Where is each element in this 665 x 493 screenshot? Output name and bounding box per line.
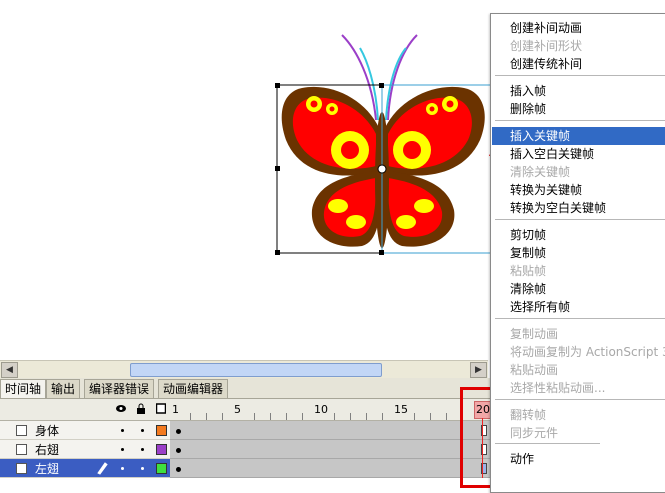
butterfly-graphic[interactable] [272,30,498,262]
panel-tabs: 时间轴 输出 编译器错误 动画编辑器 [0,378,500,399]
layer-color-swatch[interactable] [156,463,167,474]
frame-number: 10 [314,403,328,416]
menu-item: 将动画复制为 ActionScript 3.0... [510,345,665,359]
tab-output[interactable]: 输出 [46,379,81,398]
menu-item[interactable]: 选择所有帧 [492,298,665,316]
layer-row-left-wing[interactable]: 左翅 [0,459,500,478]
frame-number: 5 [234,403,241,416]
menu-item[interactable]: 创建传统补间 [492,55,665,73]
menu-item: 清除关键帧 [510,165,571,179]
outline-icon[interactable] [156,403,166,414]
context-menu: 创建补间动画创建补间形状创建传统补间 插入帧 删除帧插入关键帧 插入空白关键帧清除关键… [490,13,665,493]
lock-dot[interactable] [141,467,144,470]
menu-item: 复制动画 [510,327,559,341]
scroll-left-icon[interactable]: ◀ [1,362,18,378]
menu-item[interactable]: 清除帧 [492,280,665,298]
lock-dot[interactable] [141,448,144,451]
menu-item[interactable]: 插入关键帧 [492,127,665,145]
menu-item[interactable]: 剪切帧 [492,226,665,244]
frame-number: 1 [172,403,179,416]
menu-item: 粘贴动画 [510,363,559,377]
menu-item[interactable]: 转换为空白关键帧 [492,199,665,217]
layer-row-body[interactable]: 身体 [0,421,500,440]
menu-separator [495,75,665,76]
butterfly-svg [275,34,495,255]
menu-item[interactable]: 转换为关键帧 [492,181,665,199]
menu-item[interactable]: 删除帧 [492,100,665,118]
menu-item[interactable]: 插入帧 [492,82,665,100]
keyframe[interactable] [176,429,181,434]
horizontal-scrollbar[interactable]: ◀ ▶ [0,360,488,378]
frame-track[interactable] [170,459,500,478]
eye-icon[interactable] [116,403,126,414]
menu-separator [495,219,665,220]
keyframe[interactable] [176,448,181,453]
layer-icon [16,444,27,455]
layer-name[interactable]: 身体 [35,422,59,439]
layer-name[interactable]: 左翅 [35,460,59,477]
scroll-thumb[interactable] [130,363,382,377]
tab-motion-editor[interactable]: 动画编辑器 [158,379,229,398]
layer-icon [16,425,27,436]
menu-item: 创建补间形状 [510,39,583,53]
lock-icon[interactable] [136,403,146,414]
menu-item: 翻转帧 [510,408,547,422]
lock-dot[interactable] [141,429,144,432]
tab-compiler-errors[interactable]: 编译器错误 [84,379,155,398]
menu-item: 粘贴帧 [510,264,547,278]
frame-track[interactable] [170,421,500,440]
layer-color-swatch[interactable] [156,444,167,455]
tab-timeline[interactable]: 时间轴 [0,379,47,398]
menu-separator [495,120,665,121]
menu-item[interactable]: 创建补间动画 [492,19,665,37]
layer-name[interactable]: 右翅 [35,441,59,458]
layer-icon [16,463,27,474]
visibility-dot[interactable] [121,429,124,432]
frame-track[interactable] [170,440,500,459]
scroll-right-icon[interactable]: ▶ [470,362,487,378]
timeline-header: 1 5 10 15 [0,399,500,421]
visibility-dot[interactable] [121,448,124,451]
menu-separator [495,399,665,400]
layer-row-right-wing[interactable]: 右翅 [0,440,500,459]
pencil-icon [97,462,108,475]
overlay-patch [600,440,665,491]
menu-item[interactable]: 复制帧 [492,244,665,262]
menu-item[interactable]: 插入空白关键帧 [492,145,665,163]
layer-color-swatch[interactable] [156,425,167,436]
keyframe[interactable] [176,467,181,472]
menu-separator [495,318,665,319]
menu-item: 选择性粘贴动画... [510,381,606,395]
visibility-dot[interactable] [121,467,124,470]
frame-number: 15 [394,403,408,416]
